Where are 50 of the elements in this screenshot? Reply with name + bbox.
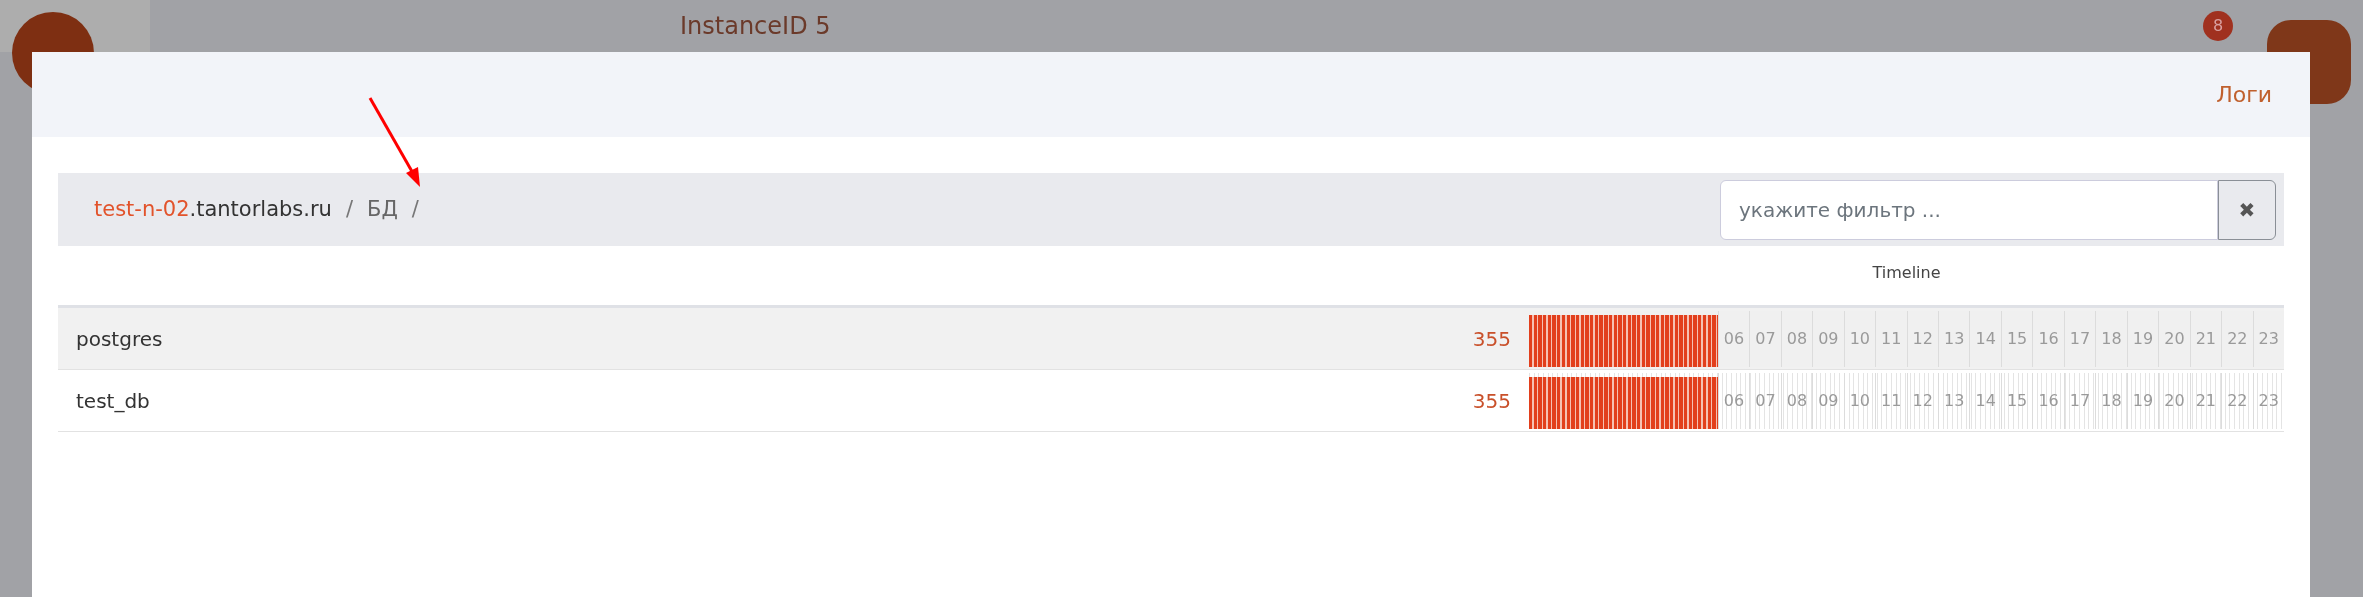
hour-label: 07 [1749,372,1781,429]
hour-label: 09 [1812,310,1844,367]
host-name[interactable]: test-n-02.tantorlabs.ru [94,193,332,226]
page-title: InstanceID 5 [680,11,831,42]
hour-label: 08 [1780,310,1813,367]
hour-label: 18 [2095,310,2127,367]
hour-label: 20 [2158,372,2190,429]
breadcrumb-separator: / [345,195,353,223]
hour-label: 14 [1969,372,2001,429]
database-name: postgres [75,325,163,353]
hour-label: 23 [2252,310,2284,367]
hour-label: 12 [1906,310,1938,367]
breadcrumb-item: БД [367,195,398,223]
count-cell-text: 355 [1472,387,1512,415]
hour-label: 18 [2095,372,2127,429]
table-row[interactable]: test_db 355 06 07 08 09 10 11 12 13 14 15 16 17 18 19 20 21 22 23 [58,370,2284,432]
count-cell-text: 355 [1472,325,1512,353]
hour-label: 10 [1843,372,1876,429]
database-name: test_db [75,387,150,415]
hour-label: 21 [2189,372,2222,429]
hour-label: 16 [2032,310,2064,367]
hour-label: 10 [1843,310,1876,367]
hour-label: 19 [2126,372,2159,429]
hour-label: 23 [2252,372,2284,429]
hour-label: 07 [1749,310,1781,367]
notification-badge: 8 [2203,11,2233,41]
hour-label: 11 [1875,310,1907,367]
hour-label: 13 [1937,372,1970,429]
hour-label: 17 [2063,372,2096,429]
hour-label: 12 [1906,372,1938,429]
hour-label: 21 [2189,310,2222,367]
hour-label: 08 [1780,372,1813,429]
hour-label: 11 [1875,372,1907,429]
table-row[interactable]: postgres 355 06 07 08 09 10 11 12 13 14 15 16 17 18 19 20 21 22 23 [58,308,2284,370]
filter-field[interactable]: укажите фильтр ... [1720,179,2218,240]
hour-label: 17 [2063,310,2096,367]
logs-link[interactable]: Логи [2216,78,2272,111]
hour-label: 20 [2158,310,2190,367]
hour-label: 15 [2000,372,2033,429]
hour-label: 15 [2000,310,2033,367]
column-header: Timeline [1871,262,1942,284]
hour-label: 09 [1812,372,1844,429]
hour-label: 19 [2126,310,2159,367]
hour-label: 14 [1969,310,2001,367]
hour-label: 13 [1937,310,1970,367]
hour-label: 22 [2221,372,2253,429]
hour-label: 22 [2221,310,2253,367]
hour-label: 16 [2032,372,2064,429]
clear-button[interactable]: ✖ [2218,179,2276,240]
breadcrumb-separator: / [411,195,419,223]
